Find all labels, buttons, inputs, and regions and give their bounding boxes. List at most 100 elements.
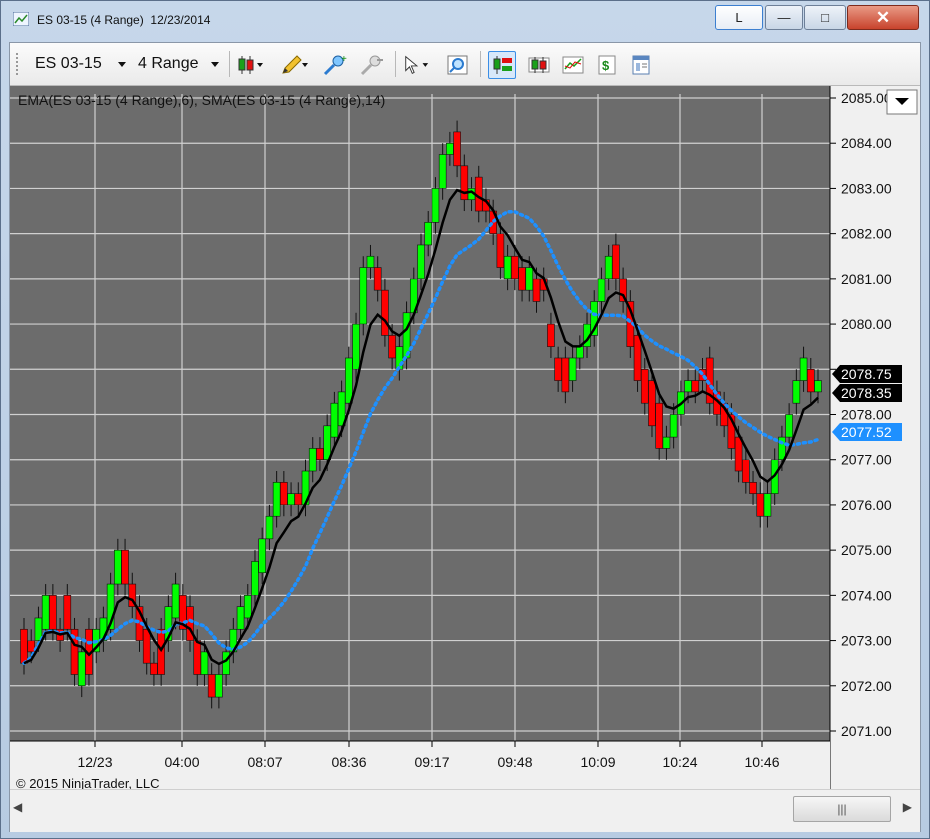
y-tick-label: 2080.00 (841, 316, 892, 332)
candle-body (150, 662, 158, 675)
y-tick-label: 2083.00 (841, 180, 892, 196)
chart-client-area: ES 03-15 4 Range + $ 2085.00 2084.00 208… (9, 42, 921, 832)
candle-body (77, 651, 86, 687)
candle-body (417, 244, 425, 280)
candle-body (308, 448, 317, 472)
candle-body (446, 142, 454, 155)
candle-body (373, 267, 382, 291)
drawing-pencil-icon[interactable] (280, 51, 308, 79)
candle-body (742, 459, 750, 483)
candle-body (142, 628, 151, 664)
candle-body (749, 482, 757, 494)
maximize-button[interactable]: □ (804, 5, 846, 30)
y-tick-label: 2084.00 (841, 135, 892, 151)
indicator-label: EMA(ES 03-15 (4 Range),6), SMA(ES 03-15 … (18, 92, 385, 108)
chart-grid (10, 94, 830, 741)
price-tag-label: 2078.75 (841, 366, 892, 382)
horizontal-scrollbar[interactable]: ◀ ||| ▶ (10, 789, 920, 832)
scrollbar-thumb[interactable]: ||| (793, 796, 891, 822)
candle-body (193, 640, 202, 675)
candle-body (806, 368, 815, 393)
scroll-left-icon[interactable]: ◀ (13, 800, 22, 814)
candle-body (366, 255, 375, 268)
y-tick-label: 2078.00 (841, 407, 892, 423)
period-selector[interactable]: 4 Range (138, 55, 199, 73)
y-tick-label: 2077.00 (841, 452, 892, 468)
candle-body (381, 289, 389, 336)
candle-body (359, 267, 368, 325)
zoom-out-icon[interactable] (358, 51, 386, 79)
x-tick-label: 08:07 (247, 754, 282, 770)
minimize-button[interactable]: — (765, 5, 803, 30)
ninjatrader-app-icon (13, 12, 29, 26)
svg-text:$: $ (602, 58, 610, 73)
candles-icon[interactable] (525, 51, 553, 79)
candle-body (352, 323, 360, 370)
candle-body (121, 549, 129, 585)
price-tag-label: 2078.35 (841, 385, 892, 401)
candle-body (207, 674, 216, 698)
y-tick-label: 2072.00 (841, 678, 892, 694)
link-button[interactable]: L (715, 5, 763, 30)
bar-type-icon[interactable] (236, 51, 264, 79)
candle-body (272, 482, 281, 517)
candle-body (511, 255, 519, 280)
instrument-selector[interactable]: ES 03-15 (35, 55, 102, 73)
candle-body (575, 346, 584, 359)
candle-body (438, 154, 447, 189)
candle-body (323, 425, 331, 461)
title-bar[interactable]: ES 03-15 (4 Range) 12/23/2014 L — □ ✕ (1, 1, 929, 37)
price-tag-label: 2077.52 (841, 424, 892, 440)
period-dropdown-icon[interactable] (211, 62, 219, 67)
candle-body (734, 436, 743, 472)
candle-body (662, 436, 671, 449)
candle-body (669, 414, 678, 438)
candle-body (251, 561, 259, 596)
toolbar-separator (395, 51, 396, 77)
candle-body (785, 414, 793, 438)
candle-body (612, 244, 620, 280)
strategies-icon[interactable]: $ (593, 51, 621, 79)
candle-body (49, 595, 57, 630)
candle-body (547, 323, 555, 347)
y-tick-label: 2082.00 (841, 226, 892, 242)
chart-window: ES 03-15 (4 Range) 12/23/2014 L — □ ✕ ES… (0, 0, 930, 839)
candle-body (597, 278, 606, 302)
candle-body (799, 357, 808, 381)
indicators-icon[interactable] (559, 51, 587, 79)
scroll-right-icon[interactable]: ▶ (903, 800, 912, 814)
candle-body (756, 493, 765, 517)
candle-body (20, 628, 28, 664)
copyright-text: © 2015 NinjaTrader, LLC (16, 776, 160, 789)
candle-body (655, 402, 664, 449)
chart-canvas[interactable]: 2085.00 2084.00 2083.00 2082.00 2081.00 2080.… (10, 86, 920, 791)
candle-body (316, 448, 324, 461)
y-tick-label: 2071.00 (841, 723, 892, 739)
close-button[interactable]: ✕ (847, 5, 919, 30)
candle-body (518, 267, 526, 291)
x-tick-label: 08:36 (331, 754, 366, 770)
candle-body (27, 640, 36, 653)
x-tick-label: 09:48 (497, 754, 532, 770)
y-tick-label: 2074.00 (841, 587, 892, 603)
properties-icon[interactable] (627, 51, 655, 79)
candle-body (648, 380, 656, 427)
x-tick-label: 10:09 (580, 754, 615, 770)
search-icon[interactable] (444, 51, 472, 79)
candle-body (41, 595, 50, 630)
candle-body (280, 482, 288, 506)
instrument-dropdown-icon[interactable] (118, 62, 126, 67)
pointer-icon[interactable] (402, 51, 430, 79)
chart-trader-icon[interactable] (488, 51, 516, 79)
y-tick-label: 2076.00 (841, 497, 892, 513)
zoom-in-icon[interactable]: + (321, 51, 349, 79)
toolbar-grip[interactable] (16, 53, 21, 75)
candle-body (633, 335, 642, 381)
candle-body (243, 595, 252, 619)
candle-body (763, 493, 772, 517)
candle-body (388, 335, 396, 359)
candle-body (236, 606, 245, 630)
price-chart[interactable]: 2085.00 2084.00 2083.00 2082.00 2081.00 2080.… (10, 86, 920, 791)
y-tick-label: 2075.00 (841, 542, 892, 558)
candle-body (63, 595, 72, 630)
